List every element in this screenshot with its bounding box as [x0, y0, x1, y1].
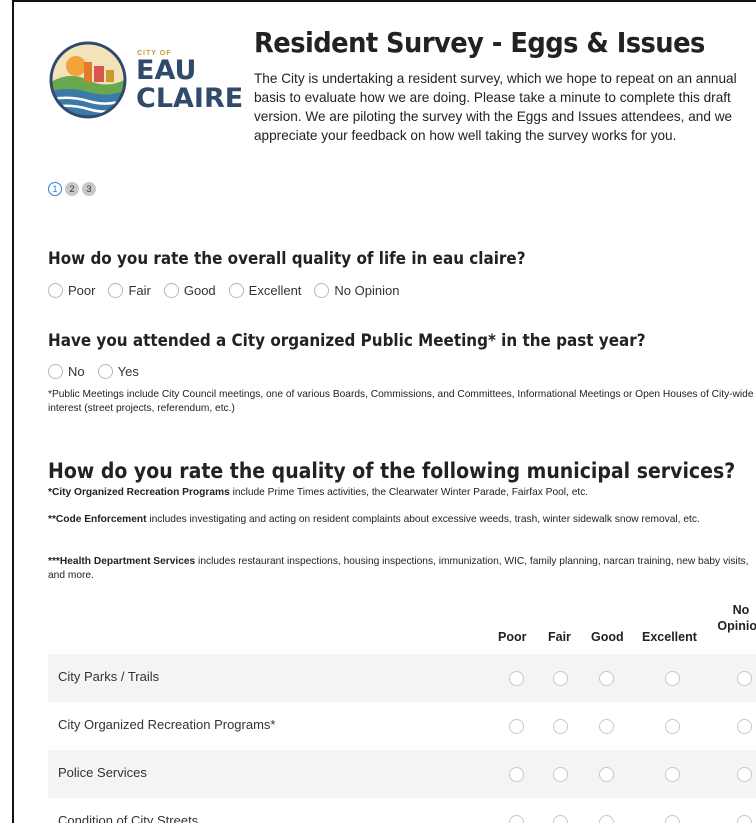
- public-meeting-options: No Yes: [48, 364, 152, 379]
- radio-no-opinion[interactable]: [737, 671, 752, 686]
- radio-excellent[interactable]: [665, 815, 680, 823]
- city-logo: CITY OF EAU CLAIRE: [48, 40, 248, 120]
- option-label: Yes: [117, 364, 139, 379]
- logo-claire-text: CLAIRE: [136, 83, 244, 114]
- page-title: Resident Survey - Eggs & Issues: [254, 26, 705, 59]
- page-stepper: 1 2 3: [48, 182, 96, 196]
- column-header-good: Good: [591, 630, 624, 644]
- radio-fair[interactable]: [553, 815, 568, 823]
- question-municipal-services: How do you rate the quality of the follo…: [48, 459, 736, 483]
- logo-eau-text: EAU: [136, 55, 197, 86]
- radio-button[interactable]: [314, 283, 330, 298]
- option-label: No Opinion: [334, 283, 400, 298]
- step-1[interactable]: 1: [48, 182, 62, 196]
- radio-fair[interactable]: [553, 719, 568, 734]
- option-no[interactable]: No: [48, 364, 85, 379]
- note-recreation: *City Organized Recreation Programs incl…: [48, 486, 756, 500]
- quality-of-life-options: Poor Fair Good Excellent No Opinion: [48, 283, 412, 298]
- radio-fair[interactable]: [553, 767, 568, 782]
- survey-page: CITY OF EAU CLAIRE Resident Survey - Egg…: [12, 0, 756, 823]
- matrix-row-streets: Condition of City Streets: [48, 798, 756, 823]
- option-label: Poor: [68, 283, 96, 298]
- matrix-row-recreation: City Organized Recreation Programs*: [48, 702, 756, 750]
- row-label: City Organized Recreation Programs*: [58, 717, 276, 732]
- row-label: City Parks / Trails: [58, 669, 160, 684]
- row-label: Condition of City Streets: [58, 813, 199, 823]
- note-text: include Prime Times activities, the Clea…: [229, 487, 589, 498]
- note-bold: ***Health Department Services: [48, 556, 196, 567]
- column-header-fair: Fair: [548, 630, 571, 644]
- radio-excellent[interactable]: [665, 719, 680, 734]
- question-quality-of-life: How do you rate the overall quality of l…: [48, 249, 526, 268]
- radio-no-opinion[interactable]: [737, 767, 752, 782]
- note-code-enforcement: **Code Enforcement includes investigatin…: [48, 513, 756, 527]
- option-fair[interactable]: Fair: [108, 283, 151, 298]
- radio-excellent[interactable]: [665, 767, 680, 782]
- note-health-department: ***Health Department Services includes r…: [48, 555, 756, 583]
- matrix-row-parks: City Parks / Trails: [48, 654, 756, 702]
- intro-text: The City is undertaking a resident surve…: [254, 71, 737, 143]
- option-good[interactable]: Good: [163, 283, 216, 298]
- radio-button[interactable]: [228, 283, 244, 298]
- step-2[interactable]: 2: [65, 182, 79, 196]
- radio-good[interactable]: [599, 767, 614, 782]
- radio-fair[interactable]: [553, 671, 568, 686]
- radio-no-opinion[interactable]: [737, 815, 752, 823]
- survey-header: CITY OF EAU CLAIRE Resident Survey - Egg…: [14, 2, 756, 172]
- radio-button[interactable]: [48, 283, 63, 298]
- radio-poor[interactable]: [509, 719, 524, 734]
- radio-button[interactable]: [48, 364, 63, 379]
- option-label: Fair: [128, 283, 151, 298]
- radio-poor[interactable]: [509, 671, 524, 686]
- radio-button[interactable]: [97, 364, 113, 379]
- radio-no-opinion[interactable]: [737, 719, 752, 734]
- radio-good[interactable]: [599, 671, 614, 686]
- option-poor[interactable]: Poor: [48, 283, 95, 298]
- radio-poor[interactable]: [509, 815, 524, 823]
- row-label: Police Services: [58, 765, 147, 780]
- city-logo-icon: [49, 41, 127, 119]
- note-text: includes investigating and acting on res…: [146, 514, 700, 525]
- public-meeting-note: *Public Meetings include City Council me…: [48, 389, 754, 414]
- matrix-row-police: Police Services: [48, 750, 756, 798]
- column-header-no-opinion: No Opinion: [717, 603, 756, 633]
- radio-good[interactable]: [599, 719, 614, 734]
- note-bold: **Code Enforcement: [48, 514, 147, 525]
- option-excellent[interactable]: Excellent: [228, 283, 302, 298]
- radio-button[interactable]: [108, 283, 124, 298]
- column-header-poor: Poor: [498, 630, 527, 644]
- radio-excellent[interactable]: [665, 671, 680, 686]
- radio-good[interactable]: [599, 815, 614, 823]
- option-no-opinion[interactable]: No Opinion: [314, 283, 399, 298]
- radio-poor[interactable]: [509, 767, 524, 782]
- option-label: Good: [183, 283, 216, 298]
- option-yes[interactable]: Yes: [97, 364, 139, 379]
- option-label: Excellent: [248, 283, 302, 298]
- step-3[interactable]: 3: [82, 182, 96, 196]
- column-header-excellent: Excellent: [642, 630, 697, 644]
- radio-button[interactable]: [163, 283, 179, 298]
- note-bold: *City Organized Recreation Programs: [48, 487, 230, 498]
- question-public-meeting: Have you attended a City organized Publi…: [48, 331, 646, 350]
- option-label: No: [68, 364, 85, 379]
